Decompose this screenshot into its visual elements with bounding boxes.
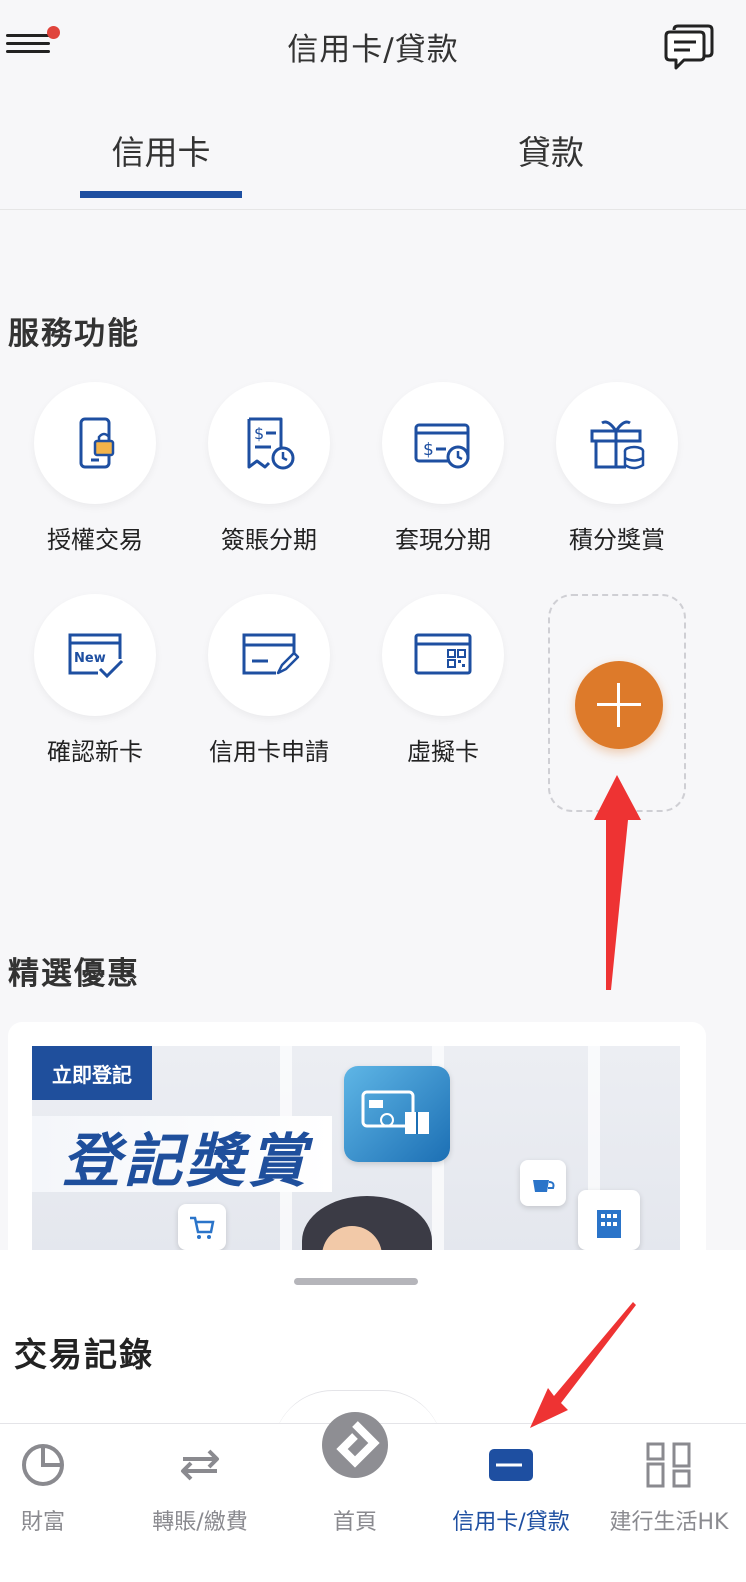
hotel-icon bbox=[578, 1190, 640, 1250]
promotion-banner-image: 立即登記 登記獎賞 bbox=[32, 1046, 680, 1282]
bank-logo-icon[interactable] bbox=[320, 1410, 390, 1480]
nav-transfer[interactable]: 轉賬/繳費 bbox=[125, 1440, 275, 1536]
active-tab-indicator bbox=[80, 191, 242, 198]
promotion-tag: 立即登記 bbox=[32, 1046, 152, 1100]
tab-loan[interactable]: 貸款 bbox=[470, 126, 632, 174]
cash-clock-icon: $ bbox=[382, 382, 504, 504]
service-authorization[interactable]: 授權交易 bbox=[10, 382, 180, 555]
pie-chart-icon bbox=[0, 1440, 118, 1490]
nav-credit-card-loan[interactable]: 信用卡/貸款 bbox=[436, 1440, 586, 1536]
card-gift-icon bbox=[344, 1066, 450, 1162]
service-label: 虛擬卡 bbox=[407, 738, 479, 766]
svg-text:$: $ bbox=[423, 440, 434, 460]
svg-text:$: $ bbox=[254, 424, 264, 443]
shopping-cart-icon bbox=[178, 1204, 226, 1250]
service-label: 授權交易 bbox=[47, 526, 143, 554]
sheet-drag-handle[interactable] bbox=[294, 1278, 418, 1285]
promotion-headline: 登記獎賞 bbox=[62, 1127, 311, 1195]
service-cash-installment[interactable]: $ 套現分期 bbox=[358, 382, 528, 555]
new-card-check-icon: New bbox=[34, 594, 156, 716]
receipt-clock-icon: $ bbox=[208, 382, 330, 504]
card-qr-icon bbox=[382, 594, 504, 716]
app-header: 信用卡/貸款 bbox=[0, 0, 746, 90]
services-section-title: 服務功能 bbox=[8, 316, 140, 352]
nav-label: 建行生活HK bbox=[609, 1510, 729, 1535]
gift-coins-icon bbox=[556, 382, 678, 504]
service-rewards[interactable]: 積分獎賞 bbox=[532, 382, 702, 555]
promotions-section-title: 精選優惠 bbox=[8, 956, 140, 992]
grid-apps-icon bbox=[594, 1440, 744, 1490]
service-label: 簽賬分期 bbox=[221, 526, 317, 554]
service-label: 套現分期 bbox=[395, 526, 491, 554]
nav-label: 信用卡/貸款 bbox=[452, 1510, 570, 1535]
transfer-arrows-icon bbox=[125, 1440, 275, 1490]
phone-lock-icon bbox=[34, 382, 156, 504]
coffee-icon bbox=[520, 1160, 566, 1206]
credit-card-icon bbox=[436, 1440, 586, 1490]
service-virtual-card[interactable]: 虛擬卡 bbox=[358, 594, 528, 767]
service-label: 積分獎賞 bbox=[569, 526, 665, 554]
tab-bar: 信用卡 貸款 bbox=[0, 118, 746, 210]
nav-ccb-life[interactable]: 建行生活HK bbox=[594, 1440, 744, 1536]
service-label: 信用卡申請 bbox=[209, 738, 329, 766]
service-purchase-installment[interactable]: $ 簽賬分期 bbox=[184, 382, 354, 555]
service-card-application[interactable]: 信用卡申請 bbox=[184, 594, 354, 767]
card-pen-icon bbox=[208, 594, 330, 716]
chat-bubbles-icon[interactable] bbox=[660, 20, 718, 70]
promotion-card[interactable]: 立即登記 登記獎賞 bbox=[8, 1022, 706, 1282]
transactions-title: 交易記錄 bbox=[14, 1335, 154, 1374]
service-activate-card[interactable]: New 確認新卡 bbox=[10, 594, 180, 767]
nav-label: 首頁 bbox=[332, 1510, 377, 1535]
page-title: 信用卡/貸款 bbox=[287, 32, 459, 68]
service-label: 確認新卡 bbox=[47, 738, 143, 766]
nav-label: 財富 bbox=[20, 1510, 65, 1535]
svg-text:New: New bbox=[74, 651, 106, 666]
nav-label: 轉賬/繳費 bbox=[152, 1510, 248, 1535]
nav-wealth[interactable]: 財富 bbox=[0, 1440, 118, 1536]
tab-credit-card[interactable]: 信用卡 bbox=[80, 126, 242, 174]
plus-icon[interactable] bbox=[575, 661, 663, 749]
add-service-slot bbox=[548, 594, 686, 812]
